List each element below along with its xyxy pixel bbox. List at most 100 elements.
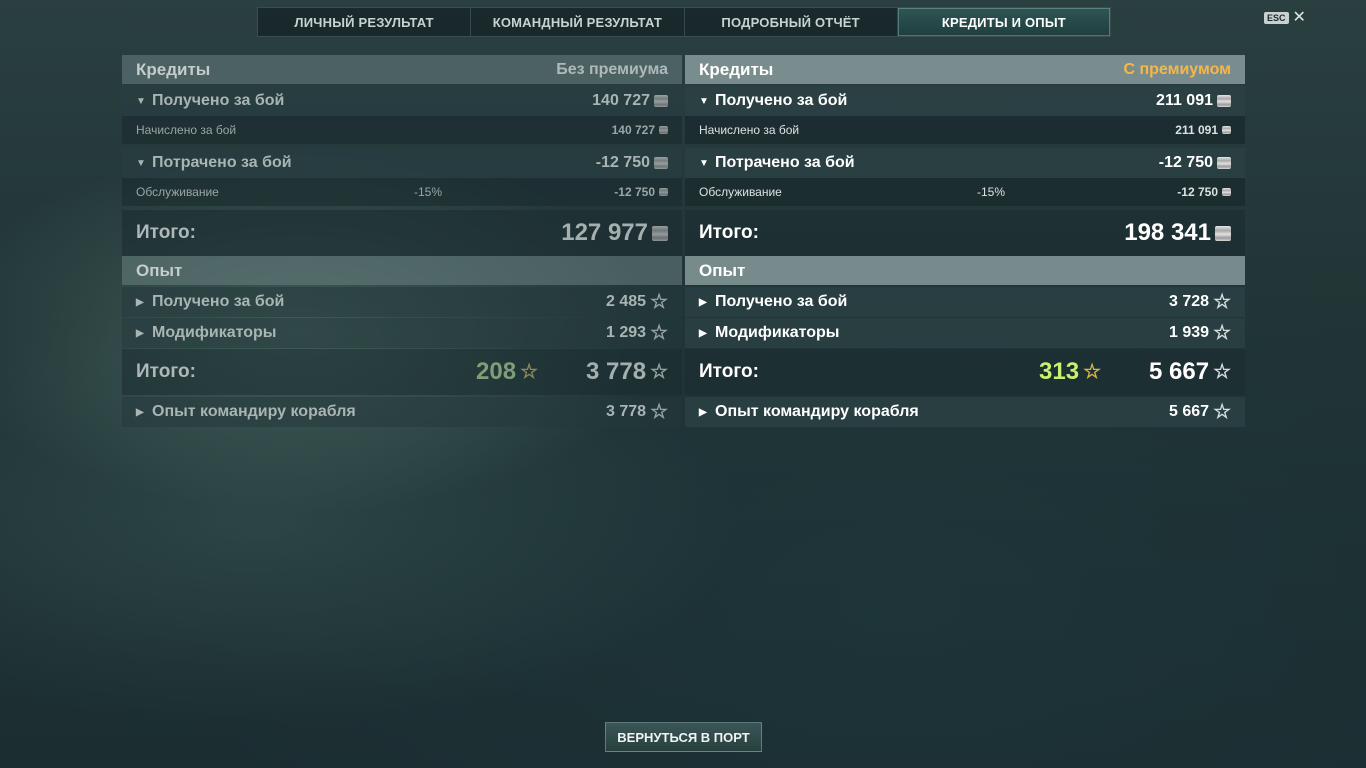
service-label: Обслуживание [699, 185, 782, 199]
close-button[interactable]: ESC ✕ [1264, 10, 1306, 26]
expand-arrow-icon[interactable]: ▶ [699, 407, 715, 418]
xp-earned-value: 2 485 [606, 293, 647, 310]
total-label: Итого: [136, 222, 196, 243]
commander-xp-row[interactable]: ▶ Опыт командиру корабля 5 667 ☆ [685, 397, 1245, 427]
earned-row[interactable]: ▼ Получено за бой 140 727 [122, 86, 682, 116]
credits-title: Кредиты [699, 59, 774, 79]
xp-star-icon: ☆ [1213, 291, 1231, 313]
xp-title: Опыт [699, 260, 746, 280]
mode-label: Без премиума [556, 60, 668, 78]
expand-arrow-icon[interactable]: ▶ [699, 297, 715, 308]
xp-header: Опыт [122, 256, 682, 285]
xp-star-icon: ☆ [650, 322, 668, 344]
credits-total-row: Итого: 198 341 [685, 210, 1245, 256]
xp-star-icon: ☆ [650, 401, 668, 423]
credits-total-row: Итого: 127 977 [122, 210, 682, 256]
xp-total-value: 5 667 [1149, 358, 1210, 385]
tab-bar: ЛИЧНЫЙ РЕЗУЛЬТАТ КОМАНДНЫЙ РЕЗУЛЬТАТ ПОД… [257, 7, 1111, 37]
modifiers-row[interactable]: ▶ Модификаторы 1 293 ☆ [122, 318, 682, 348]
xp-star-icon: ☆ [1213, 401, 1231, 423]
modifiers-row[interactable]: ▶ Модификаторы 1 939 ☆ [685, 318, 1245, 348]
accrued-row: Начислено за бой 211 091 [685, 116, 1245, 144]
spent-row[interactable]: ▼ Потрачено за бой -12 750 [122, 148, 682, 178]
modifiers-value: 1 293 [606, 324, 647, 341]
expand-arrow-icon[interactable]: ▶ [136, 328, 152, 339]
credits-coin-icon [1222, 126, 1231, 134]
esc-key-icon: ESC [1264, 12, 1289, 24]
accrued-row: Начислено за бой 140 727 [122, 116, 682, 144]
expand-arrow-icon[interactable]: ▶ [699, 328, 715, 339]
accrued-value: 140 727 [611, 123, 655, 137]
modifiers-label: Модификаторы [152, 324, 277, 341]
service-row: Обслуживание -15% -12 750 [685, 178, 1245, 206]
total-value: 127 977 [561, 219, 648, 246]
collapse-arrow-icon[interactable]: ▼ [136, 158, 152, 169]
tab-detailed-report[interactable]: ПОДРОБНЫЙ ОТЧЁТ [685, 8, 898, 36]
free-xp-value: 313 [1039, 358, 1080, 385]
credits-coin-icon [654, 157, 668, 169]
service-label: Обслуживание [136, 185, 219, 199]
free-xp-star-icon: ☆ [1083, 361, 1101, 383]
xp-star-icon: ☆ [650, 361, 668, 383]
xp-total-row: Итого: 208 ☆ 3 778 ☆ [122, 349, 682, 395]
spent-value: -12 750 [595, 154, 650, 171]
service-percent: -15% [977, 185, 1006, 199]
credits-coin-icon [652, 225, 668, 241]
xp-star-icon: ☆ [650, 291, 668, 313]
accrued-value: 211 091 [1175, 123, 1218, 137]
accrued-label: Начислено за бой [136, 123, 237, 137]
close-icon[interactable]: ✕ [1293, 10, 1306, 26]
spent-value: -12 750 [1158, 154, 1213, 171]
tab-team-result[interactable]: КОМАНДНЫЙ РЕЗУЛЬТАТ [471, 8, 685, 36]
xp-earned-row[interactable]: ▶ Получено за бой 2 485 ☆ [122, 287, 682, 317]
service-percent: -15% [414, 185, 443, 199]
spent-row[interactable]: ▼ Потрачено за бой -12 750 [685, 148, 1245, 178]
credits-title: Кредиты [136, 59, 211, 79]
xp-title: Опыт [136, 260, 183, 280]
earned-row[interactable]: ▼ Получено за бой 211 091 [685, 86, 1245, 116]
free-xp-star-icon: ☆ [520, 361, 538, 383]
modifiers-label: Модификаторы [715, 324, 840, 341]
xp-total-label: Итого: [136, 361, 196, 382]
earned-value: 140 727 [592, 92, 650, 109]
commander-xp-label: Опыт командиру корабля [715, 403, 919, 420]
xp-total-label: Итого: [699, 361, 759, 382]
xp-earned-label: Получено за бой [152, 293, 285, 310]
xp-star-icon: ☆ [1213, 361, 1231, 383]
commander-xp-row[interactable]: ▶ Опыт командиру корабля 3 778 ☆ [122, 397, 682, 427]
credits-coin-icon [1222, 188, 1231, 196]
free-xp-value: 208 [476, 358, 517, 385]
collapse-arrow-icon[interactable]: ▼ [699, 96, 715, 107]
collapse-arrow-icon[interactable]: ▼ [136, 96, 152, 107]
expand-arrow-icon[interactable]: ▶ [136, 297, 152, 308]
premium-panel: Кредиты С премиумом ▼ Получено за бой 21… [685, 55, 1245, 428]
xp-total-value: 3 778 [586, 358, 647, 385]
xp-total-row: Итого: 313 ☆ 5 667 ☆ [685, 349, 1245, 395]
xp-star-icon: ☆ [1213, 322, 1231, 344]
commander-xp-label: Опыт командиру корабля [152, 403, 356, 420]
credits-coin-icon [654, 95, 668, 107]
spent-label: Потрачено за бой [715, 154, 855, 171]
no-premium-panel: Кредиты Без премиума ▼ Получено за бой 1… [122, 55, 682, 428]
credits-coin-icon [1215, 225, 1231, 241]
xp-earned-value: 3 728 [1169, 293, 1210, 310]
modifiers-value: 1 939 [1169, 324, 1210, 341]
xp-earned-label: Получено за бой [715, 293, 848, 310]
earned-label: Получено за бой [152, 92, 285, 109]
earned-label: Получено за бой [715, 92, 848, 109]
xp-earned-row[interactable]: ▶ Получено за бой 3 728 ☆ [685, 287, 1245, 317]
credits-coin-icon [659, 126, 668, 134]
tab-personal-result[interactable]: ЛИЧНЫЙ РЕЗУЛЬТАТ [258, 8, 472, 36]
return-to-port-button[interactable]: ВЕРНУТЬСЯ В ПОРТ [605, 722, 762, 752]
collapse-arrow-icon[interactable]: ▼ [699, 158, 715, 169]
spent-label: Потрачено за бой [152, 154, 292, 171]
tab-credits-and-xp[interactable]: КРЕДИТЫ И ОПЫТ [897, 8, 1110, 36]
expand-arrow-icon[interactable]: ▶ [136, 407, 152, 418]
credits-header: Кредиты С премиумом [685, 55, 1245, 84]
mode-label: С премиумом [1123, 60, 1231, 78]
service-row: Обслуживание -15% -12 750 [122, 178, 682, 206]
total-value: 198 341 [1124, 219, 1211, 246]
commander-xp-value: 3 778 [606, 403, 647, 420]
total-label: Итого: [699, 222, 759, 243]
credits-coin-icon [1217, 95, 1231, 107]
